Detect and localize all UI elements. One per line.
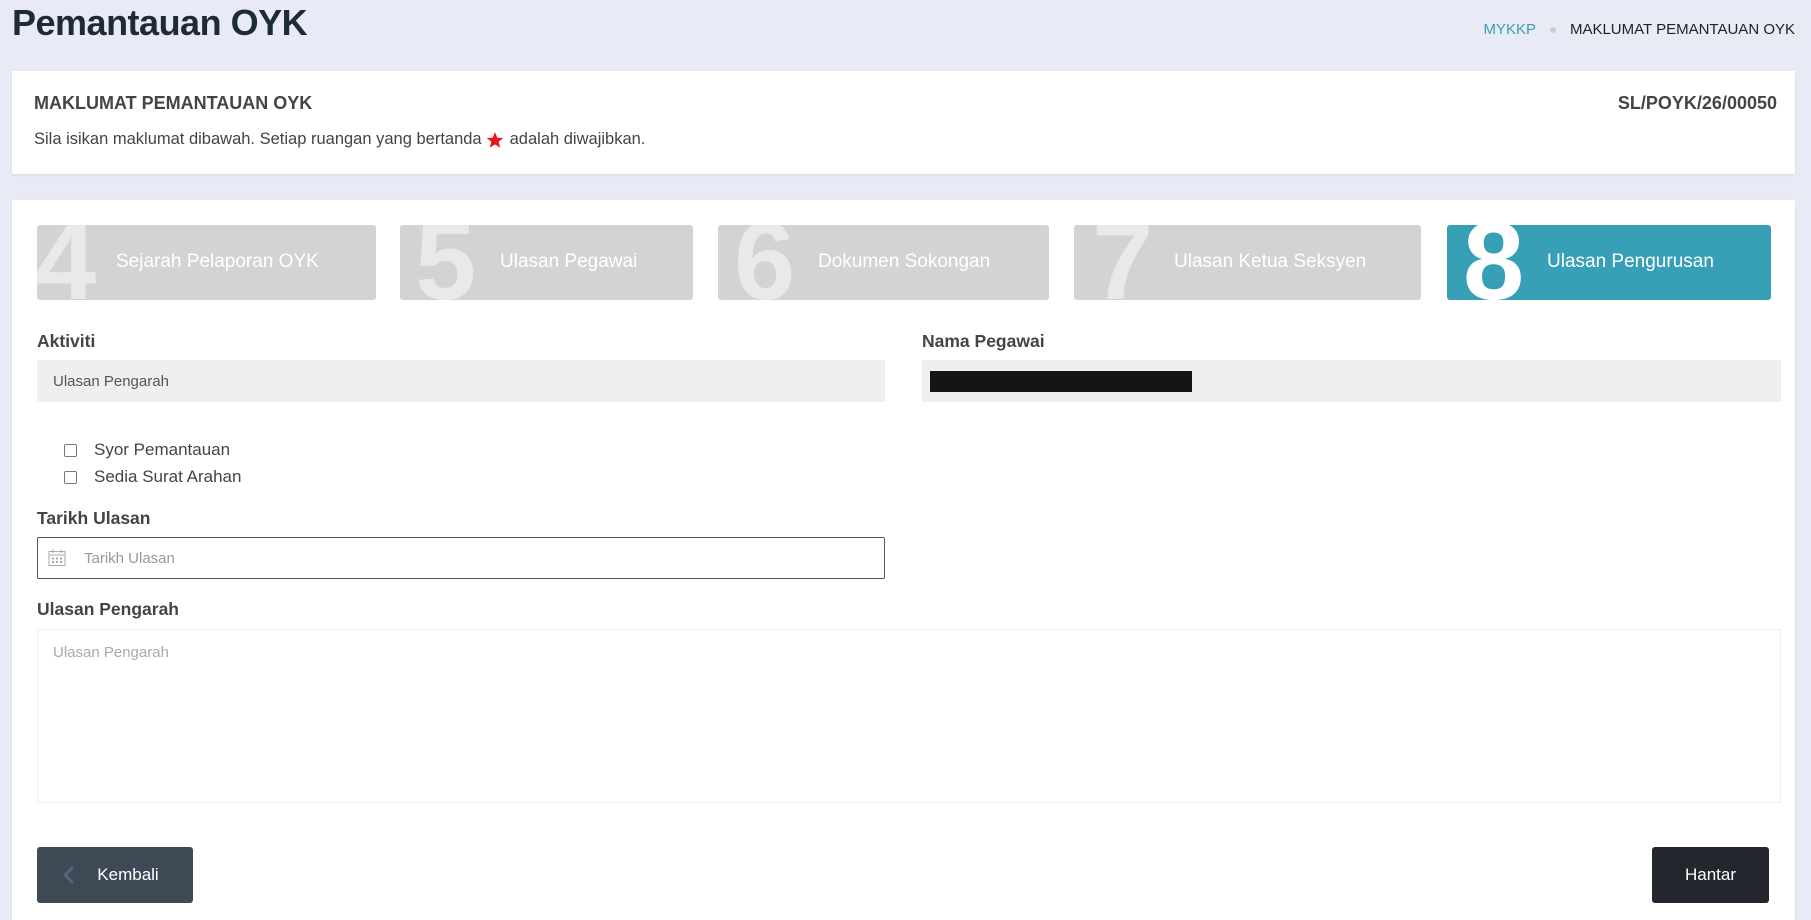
- section-title: MAKLUMAT PEMANTAUAN OYK: [34, 93, 313, 113]
- required-star-icon: [486, 131, 503, 148]
- step-label: Dokumen Sokongan: [818, 251, 991, 272]
- back-button-label: Kembali: [97, 865, 159, 884]
- step-7[interactable]: 7 Ulasan Ketua Seksyen: [1074, 225, 1421, 300]
- step-label: Ulasan Ketua Seksyen: [1174, 251, 1367, 272]
- calendar-icon: [48, 549, 66, 566]
- submit-button[interactable]: Hantar: [1652, 847, 1769, 903]
- checkbox-syor-pemantauan[interactable]: Syor Pemantauan: [64, 440, 230, 460]
- checkbox-sedia-surat-arahan[interactable]: Sedia Surat Arahan: [64, 467, 241, 487]
- instruction-text: Sila isikan maklumat dibawah. Setiap rua…: [34, 130, 645, 149]
- breadcrumb-separator: [1549, 26, 1556, 33]
- tarikh-ulasan-label: Tarikh Ulasan: [37, 508, 151, 528]
- checkbox-label: Sedia Surat Arahan: [94, 467, 242, 486]
- tarikh-ulasan-text[interactable]: [82, 548, 884, 568]
- step-number: 8: [1463, 225, 1525, 300]
- checkbox-box[interactable]: [64, 470, 77, 484]
- back-button[interactable]: Kembali: [37, 847, 193, 903]
- form-card: 4 Sejarah Pelaporan OYK 5 Ulasan Pegawai…: [12, 200, 1795, 920]
- aktiviti-label: Aktiviti: [37, 331, 96, 351]
- page-title: Pemantauan OYK: [12, 2, 308, 43]
- step-label: Ulasan Pegawai: [500, 251, 638, 272]
- step-number: 5: [415, 225, 477, 300]
- checkbox-box[interactable]: [64, 443, 77, 457]
- chevron-left-icon: [63, 865, 75, 885]
- nama-pegawai-field: [922, 360, 1781, 402]
- breadcrumb-home-link[interactable]: MYKKP: [1483, 21, 1536, 38]
- instruction-text-before: Sila isikan maklumat dibawah. Setiap rua…: [34, 130, 482, 148]
- checkbox-label: Syor Pemantauan: [94, 440, 231, 459]
- info-card: MAKLUMAT PEMANTAUAN OYK SL/POYK/26/00050…: [12, 71, 1795, 174]
- step-label: Ulasan Pengurusan: [1547, 251, 1714, 272]
- reference-number: SL/POYK/26/00050: [1617, 93, 1777, 113]
- breadcrumb-current: MAKLUMAT PEMANTAUAN OYK: [1569, 21, 1795, 38]
- ulasan-pengarah-textarea[interactable]: [37, 629, 1781, 803]
- step-4[interactable]: 4 Sejarah Pelaporan OYK: [37, 225, 376, 300]
- submit-button-label: Hantar: [1684, 865, 1737, 884]
- ulasan-pengarah-label: Ulasan Pengarah: [37, 599, 179, 619]
- aktiviti-field: Ulasan Pengarah: [37, 360, 885, 402]
- nama-pegawai-label: Nama Pegawai: [922, 331, 1045, 351]
- step-number: 7: [1092, 225, 1154, 300]
- step-6[interactable]: 6 Dokumen Sokongan: [718, 225, 1049, 300]
- step-label: Sejarah Pelaporan OYK: [116, 251, 319, 272]
- instruction-text-after: adalah diwajibkan.: [509, 130, 646, 148]
- redacted-name: [930, 370, 1192, 392]
- step-number: 6: [734, 225, 796, 300]
- step-number: 4: [37, 225, 97, 300]
- step-5[interactable]: 5 Ulasan Pegawai: [400, 225, 693, 300]
- tarikh-ulasan-input[interactable]: [37, 537, 885, 579]
- breadcrumb: MYKKP MAKLUMAT PEMANTAUAN OYK: [1483, 21, 1795, 38]
- step-8[interactable]: 8 Ulasan Pengurusan: [1447, 225, 1771, 300]
